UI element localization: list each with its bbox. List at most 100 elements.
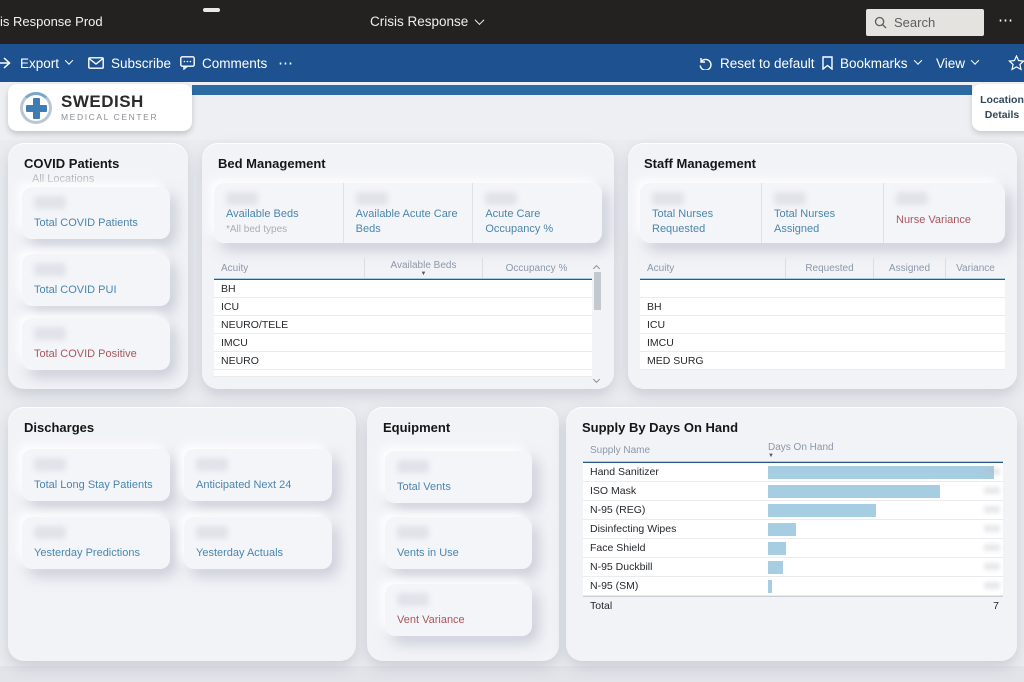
- total-value: 7: [993, 599, 999, 612]
- supply-row[interactable]: N-95 (SM): [583, 577, 1003, 596]
- col-header-acuity[interactable]: Acuity: [214, 258, 364, 278]
- col-header-days-on-hand[interactable]: Days On Hand ▼: [768, 439, 918, 461]
- subscribe-button[interactable]: Subscribe: [88, 44, 171, 82]
- kpi-total-covid-positive[interactable]: Total COVID Positive: [22, 318, 170, 370]
- scrollbar-thumb[interactable]: [594, 272, 601, 310]
- canvas-footer-strip: [0, 666, 1024, 682]
- col-header-acuity[interactable]: Acuity: [640, 258, 785, 278]
- chevron-down-icon: [970, 55, 980, 65]
- card-title: Supply By Days On Hand: [582, 420, 739, 435]
- supply-row[interactable]: N-95 (REG): [583, 501, 1003, 520]
- kpi-total-nurses-requested[interactable]: Total Nurses Requested: [640, 183, 761, 243]
- table-row[interactable]: [640, 280, 1005, 298]
- export-icon: [0, 56, 13, 70]
- redacted-value: [226, 192, 258, 205]
- col-header-available-beds[interactable]: Available Beds ▼: [364, 258, 482, 278]
- table-scrollbar[interactable]: [592, 258, 602, 384]
- star-icon: [1008, 55, 1024, 71]
- supply-row[interactable]: Disinfecting Wipes: [583, 520, 1003, 539]
- table-row[interactable]: BH: [214, 280, 592, 298]
- search-placeholder: Search: [894, 15, 936, 30]
- total-label: Total: [590, 599, 613, 612]
- redacted-value: [397, 593, 429, 606]
- export-button[interactable]: Export: [0, 44, 74, 82]
- search-icon: [874, 16, 887, 29]
- view-button[interactable]: View: [936, 44, 980, 82]
- header-accent-strip: [192, 85, 972, 95]
- logo-subname: MEDICAL CENTER: [61, 112, 159, 122]
- kpi-yesterday-actuals[interactable]: Yesterday Actuals: [184, 517, 332, 569]
- redacted-value: [984, 544, 1000, 551]
- kpi-vents-in-use[interactable]: Vents in Use: [385, 517, 532, 569]
- kpi-available-beds[interactable]: Available Beds *All bed types: [214, 183, 343, 243]
- kpi-label: Total Nurses Assigned: [774, 208, 836, 235]
- table-row[interactable]: BH: [640, 298, 1005, 316]
- supply-total-row: Total 7: [583, 596, 1003, 614]
- envelope-icon: [88, 57, 104, 69]
- supply-row[interactable]: Face Shield: [583, 539, 1003, 558]
- reset-to-default-button[interactable]: Reset to default: [698, 44, 815, 82]
- kpi-total-covid-patients[interactable]: Total COVID Patients: [22, 187, 170, 239]
- col-header-variance[interactable]: Variance: [945, 258, 1005, 278]
- kpi-label: Yesterday Predictions: [34, 546, 140, 559]
- kpi-total-covid-pui[interactable]: Total COVID PUI: [22, 254, 170, 306]
- table-row[interactable]: ICU: [214, 298, 592, 316]
- table-row[interactable]: MED SURG: [640, 352, 1005, 370]
- kpi-total-long-stay-patients[interactable]: Total Long Stay Patients: [22, 449, 170, 501]
- scroll-up-icon[interactable]: [592, 258, 601, 273]
- window-drag-handle: [203, 8, 220, 12]
- kpi-acute-care-occupancy[interactable]: Acute Care Occupancy %: [472, 183, 602, 243]
- kpi-label: Acute Care Occupancy %: [485, 208, 554, 235]
- redacted-value: [34, 263, 66, 276]
- card-equipment: Equipment Total Vents Vents in Use Vent …: [367, 407, 559, 661]
- kpi-available-acute-care-beds[interactable]: Available Acute Care Beds: [342, 183, 473, 243]
- redacted-value: [984, 582, 1000, 589]
- table-row[interactable]: ICU: [640, 316, 1005, 334]
- col-header-assigned[interactable]: Assigned: [873, 258, 945, 278]
- table-row[interactable]: IMCU: [214, 334, 592, 352]
- kpi-nurse-variance[interactable]: Nurse Variance: [883, 183, 1005, 243]
- redacted-value: [774, 192, 806, 205]
- table-row[interactable]: NEURO: [214, 352, 592, 370]
- kpi-sublabel: *All bed types: [226, 223, 288, 235]
- tab-location-details[interactable]: Location Details: [972, 84, 1024, 131]
- table-row[interactable]: NEURO/TELE: [214, 316, 592, 334]
- bar-track: [768, 539, 1003, 557]
- kpi-total-nurses-assigned[interactable]: Total Nurses Assigned: [761, 183, 883, 243]
- staff-table-header: Acuity Requested Assigned Variance: [640, 258, 1005, 278]
- logo-name: SWEDISH: [61, 92, 144, 111]
- sort-descending-icon: ▼: [768, 453, 774, 459]
- report-switcher[interactable]: Crisis Response: [370, 14, 485, 29]
- favorite-star-button[interactable]: [1008, 44, 1024, 82]
- supply-row[interactable]: ISO Mask: [583, 482, 1003, 501]
- supply-row[interactable]: Hand Sanitizer: [583, 463, 1003, 482]
- col-header-requested[interactable]: Requested: [785, 258, 873, 278]
- redacted-value: [984, 506, 1000, 513]
- kpi-total-vents[interactable]: Total Vents: [385, 451, 532, 503]
- kpi-yesterday-predictions[interactable]: Yesterday Predictions: [22, 517, 170, 569]
- report-title: Crisis Response: [370, 14, 469, 29]
- kpi-label: Available Beds: [226, 208, 299, 221]
- redacted-value: [397, 460, 429, 473]
- chevron-down-icon: [913, 55, 922, 65]
- bookmarks-button[interactable]: Bookmarks: [822, 44, 922, 82]
- col-header-supply-name[interactable]: Supply Name: [583, 439, 768, 461]
- sort-descending-icon: ▼: [420, 271, 427, 277]
- kpi-label: Vent Variance: [397, 613, 465, 626]
- card-title: Discharges: [24, 420, 95, 435]
- search-input[interactable]: Search: [866, 9, 984, 36]
- days-on-hand-bar: [768, 503, 877, 517]
- scroll-down-icon[interactable]: [592, 369, 601, 384]
- col-header-occupancy[interactable]: Occupancy %: [482, 258, 590, 278]
- titlebar-more-button[interactable]: ⋯: [998, 11, 1014, 29]
- table-row-clipped[interactable]: [214, 370, 592, 377]
- days-on-hand-bar: [768, 484, 940, 498]
- bed-table-header: Acuity Available Beds ▼ Occupancy %: [214, 258, 602, 278]
- table-row[interactable]: IMCU: [640, 334, 1005, 352]
- kpi-vent-variance[interactable]: Vent Variance: [385, 584, 532, 636]
- toolbar-more-button[interactable]: ⋯: [278, 44, 293, 82]
- comments-button[interactable]: Comments: [180, 44, 267, 82]
- redacted-value: [196, 526, 228, 539]
- kpi-anticipated-next-24[interactable]: Anticipated Next 24: [184, 449, 332, 501]
- supply-row[interactable]: N-95 Duckbill: [583, 558, 1003, 577]
